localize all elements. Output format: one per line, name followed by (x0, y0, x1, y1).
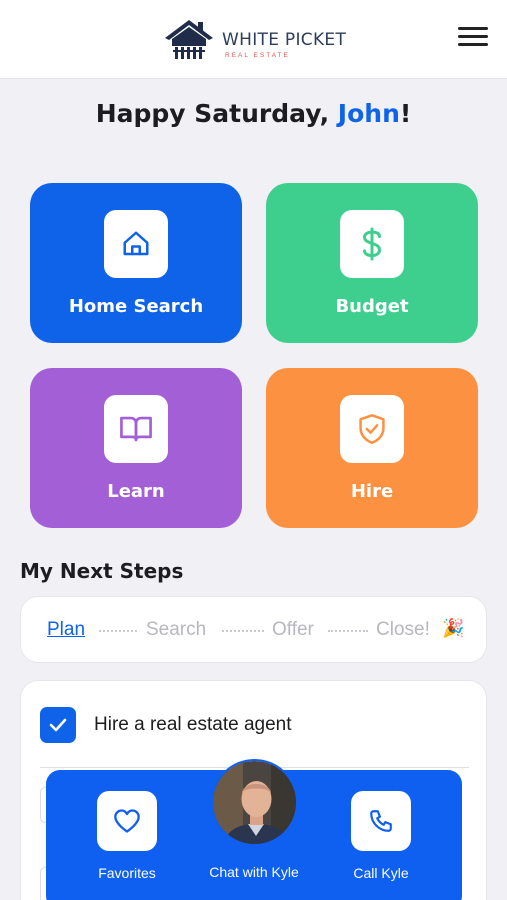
book-icon (104, 395, 168, 463)
stage-connector (99, 630, 137, 632)
greeting-prefix: Happy Saturday, (95, 99, 338, 128)
home-icon (104, 210, 168, 278)
shield-check-icon (340, 395, 404, 463)
home-search-tile[interactable]: Home Search (30, 183, 242, 343)
task-label: Hire a real estate agent (94, 714, 292, 735)
hire-tile[interactable]: Hire (266, 368, 478, 528)
learn-tile[interactable]: Learn (30, 368, 242, 528)
stage-plan[interactable]: Plan (47, 619, 85, 641)
stage-close: Close! (376, 619, 430, 640)
agent-photo-icon (213, 761, 296, 844)
chat-label[interactable]: Chat with Kyle (197, 864, 311, 880)
call-button[interactable] (351, 791, 411, 851)
hire-label: Hire (350, 481, 394, 502)
home-search-label: Home Search (68, 296, 204, 317)
stage-search: Search (146, 619, 207, 640)
stage-offer: Offer (272, 619, 314, 640)
progress-tracker: Plan Search Offer Close! 🎉 (20, 596, 487, 663)
logo-subtitle: REAL ESTATE (225, 52, 290, 59)
learn-label: Learn (107, 481, 165, 502)
favorites-label: Favorites (98, 865, 156, 881)
agent-avatar[interactable] (211, 759, 298, 846)
greeting-name: John (337, 99, 400, 128)
next-steps-title: My Next Steps (20, 559, 184, 583)
stage-connector (328, 630, 368, 632)
stage-connector (222, 630, 264, 632)
logo[interactable]: WHITE PICKET REAL ESTATE (163, 18, 346, 62)
checkmark-icon (49, 718, 67, 732)
budget-label: Budget (335, 296, 409, 317)
logo-name: WHITE PICKET (222, 30, 347, 50)
greeting: Happy Saturday, John! (0, 99, 507, 128)
party-popper-icon: 🎉 (442, 618, 465, 638)
phone-icon (370, 810, 392, 832)
favorites-button[interactable] (97, 791, 157, 851)
greeting-suffix: ! (399, 99, 412, 128)
heart-icon (114, 809, 140, 833)
task-checkbox[interactable] (40, 707, 76, 743)
house-logo-icon (165, 20, 213, 59)
call-label: Call Kyle (353, 865, 409, 881)
hamburger-menu-icon[interactable] (458, 27, 488, 51)
app-header: WHITE PICKET REAL ESTATE (0, 0, 507, 79)
budget-tile[interactable]: Budget (266, 183, 478, 343)
dollar-icon (340, 210, 404, 278)
